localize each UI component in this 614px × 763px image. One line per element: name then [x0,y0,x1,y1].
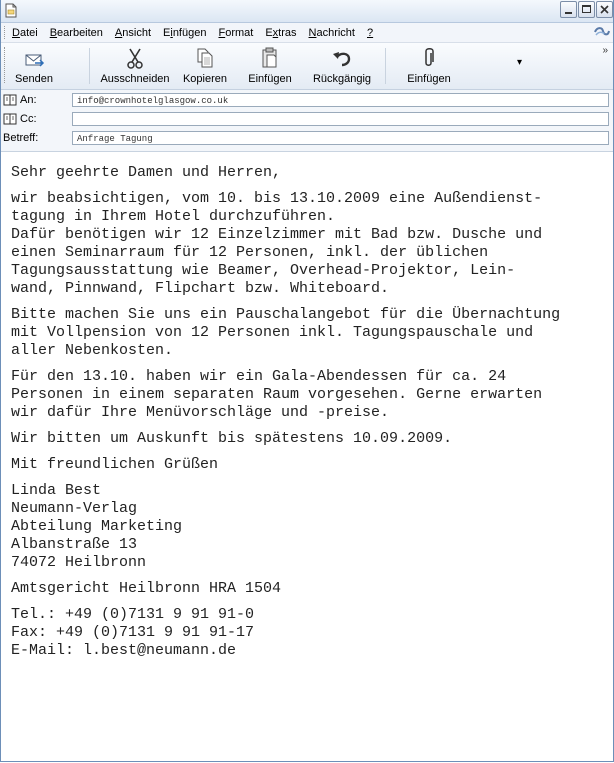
send-label: Senden [15,73,53,85]
signature-contact: Tel.: +49 (0)7131 9 91 91-0 Fax: +49 (0)… [11,606,255,659]
undo-label: Rückgängig [312,73,372,85]
cut-button[interactable]: Ausschneiden [99,45,171,87]
copy-icon [197,48,213,68]
menu-help[interactable]: ? [367,27,373,39]
paste-icon [262,47,277,68]
minimize-icon [565,12,572,14]
maximize-icon [582,5,591,13]
menu-grip [4,26,8,39]
toolbar-overflow-chevron[interactable]: » [602,45,608,56]
cut-label: Ausschneiden [100,73,170,85]
toolbar-grip [4,47,8,83]
paste-label: Einfügen [248,73,292,85]
close-button[interactable] [596,1,613,18]
close-icon [600,5,609,14]
signature-address: Linda Best Neumann-Verlag Abteilung Mark… [11,482,183,571]
undo-icon [333,52,351,67]
minimize-button[interactable] [560,1,577,18]
subject-row: Betreff: Anfrage Tagung [1,129,613,148]
maximize-button[interactable] [578,1,595,18]
address-book-icon [3,113,17,125]
body-paragraph: Für den 13.10. haben wir ein Gala-Abende… [11,368,543,421]
windows-logo-icon [594,27,610,36]
menu-ansicht[interactable]: Ansicht [115,27,151,39]
body-salutation: Sehr geehrte Damen und Herren, [11,164,282,181]
cc-button[interactable]: Cc: [3,113,37,125]
menu-bearbeiten[interactable]: Bearbeiten [50,27,103,39]
body-paragraph: wir beabsichtigen, vom 10. bis 13.10.200… [11,190,543,297]
toolbar-dropdown-arrow[interactable]: ▾ [517,57,522,68]
signature-register: Amtsgericht Heilbronn HRA 1504 [11,580,282,597]
menu-datei[interactable]: Datei [12,27,38,39]
to-field[interactable]: info@crownhotelglasgow.co.uk [72,93,609,107]
subject-label: Betreff: [3,132,39,144]
menu-nachricht[interactable]: Nachricht [309,27,355,39]
to-row: An: info@crownhotelglasgow.co.uk [1,91,613,110]
cc-field[interactable] [72,112,609,126]
menu-einfuegen[interactable]: Einfügen [163,27,206,39]
address-book-icon [3,94,17,106]
send-icon [25,54,45,67]
copy-button[interactable]: Kopieren [181,45,229,87]
paste-button[interactable]: Einfügen [247,45,293,87]
menu-bar: Datei Bearbeiten Ansicht Einfügen Format… [1,23,613,43]
to-label: An: [20,94,37,106]
undo-button[interactable]: Rückgängig [309,45,375,87]
attach-button[interactable]: Einfügen [403,45,455,87]
body-paragraph: Wir bitten um Auskunft bis spätestens 10… [11,430,453,447]
cc-row: Cc: [1,110,613,129]
menu-format[interactable]: Format [218,27,253,39]
scissors-icon [127,48,143,69]
title-bar [1,0,613,23]
subject-field[interactable]: Anfrage Tagung [72,131,609,145]
toolbar-separator [89,48,90,84]
body-paragraph: Bitte machen Sie uns ein Pauschalangebot… [11,306,561,359]
copy-label: Kopieren [182,73,228,85]
cc-label: Cc: [20,113,37,125]
attach-label: Einfügen [407,73,451,85]
toolbar-separator [385,48,386,84]
menu-extras[interactable]: Extras [265,27,296,39]
paperclip-icon [425,48,434,66]
address-header-pane: An: info@crownhotelglasgow.co.uk Cc: Bet… [1,90,613,152]
new-mail-icon [5,3,17,18]
to-button[interactable]: An: [3,94,37,106]
toolbar: Senden Ausschneiden Kopieren Einfügen Rü… [1,43,613,90]
send-button[interactable]: Senden [11,45,57,87]
message-body[interactable]: Sehr geehrte Damen und Herren, wir beabs… [1,152,613,660]
mail-compose-window: Datei Bearbeiten Ansicht Einfügen Format… [0,0,614,762]
body-closing: Mit freundlichen Grüßen [11,456,219,473]
